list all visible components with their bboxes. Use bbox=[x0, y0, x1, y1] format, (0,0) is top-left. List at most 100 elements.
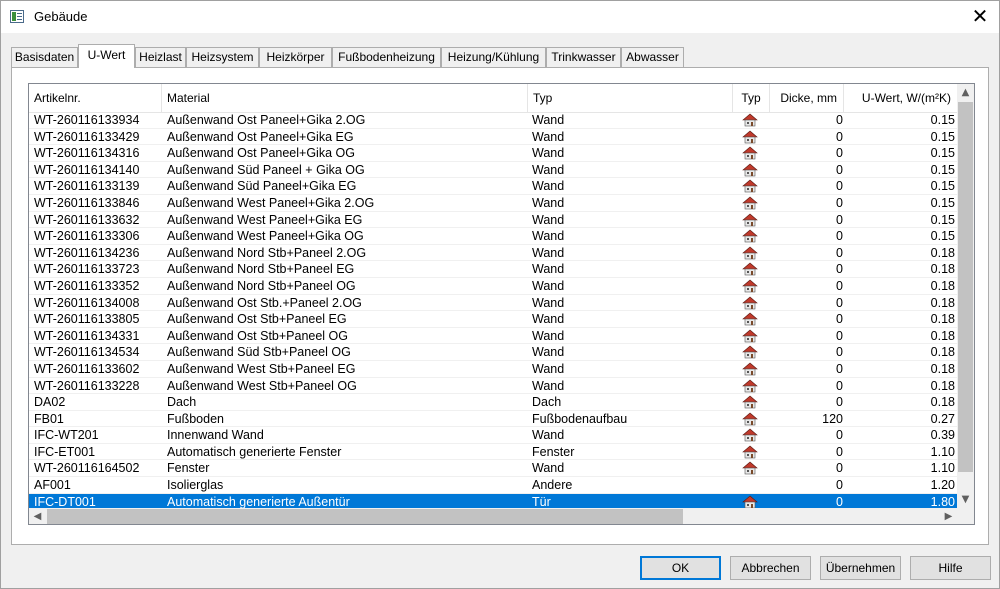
cell-thickness: 0 bbox=[836, 278, 843, 293]
cell-article: WT-260116133139 bbox=[34, 179, 140, 194]
cell-type: Wand bbox=[532, 162, 565, 177]
table-row[interactable]: IFC-WT201 Innenwand Wand Wand 0 0.39 bbox=[29, 427, 957, 444]
tab-abwasser[interactable]: Abwasser bbox=[621, 47, 684, 67]
cell-type: Wand bbox=[532, 262, 565, 277]
tab-heizlast[interactable]: Heizlast bbox=[135, 47, 186, 67]
cell-material: Außenwand Ost Stb+Paneel EG bbox=[167, 312, 347, 327]
cell-material: Fußboden bbox=[167, 411, 224, 426]
cell-article: WT-260116134008 bbox=[34, 295, 140, 310]
cell-article: WT-260116133306 bbox=[34, 229, 140, 244]
cell-thickness: 0 bbox=[836, 378, 843, 393]
table-row[interactable]: WT-260116134236 Außenwand Nord Stb+Paneel… bbox=[29, 245, 957, 262]
ok-button[interactable]: OK bbox=[640, 556, 721, 580]
table-row[interactable]: WT-260116134534 Außenwand Süd Stb+Paneel … bbox=[29, 344, 957, 361]
cell-article: WT-260116134316 bbox=[34, 146, 140, 161]
table-row[interactable]: WT-260116133429 Außenwand Ost Paneel+Gika… bbox=[29, 129, 957, 146]
cell-type: Wand bbox=[532, 179, 565, 194]
table-row[interactable]: WT-260116134331 Außenwand Ost Stb+Paneel … bbox=[29, 328, 957, 345]
cell-material: Automatisch generierte Fenster bbox=[167, 444, 342, 459]
column-header-type[interactable]: Typ bbox=[528, 84, 733, 112]
cell-article: WT-260116133602 bbox=[34, 361, 140, 376]
table-row[interactable]: WT-260116133139 Außenwand Süd Paneel+Gika… bbox=[29, 178, 957, 195]
tab-basisdaten[interactable]: Basisdaten bbox=[11, 47, 78, 67]
cell-uvalue: 1.20 bbox=[930, 478, 955, 493]
table-row[interactable]: WT-260116164502 Fenster Wand 0 1.10 bbox=[29, 460, 957, 478]
tab-u-wert[interactable]: U-Wert bbox=[78, 44, 135, 68]
table-row[interactable]: WT-260116133805 Außenwand Ost Stb+Paneel … bbox=[29, 311, 957, 328]
cell-thickness: 120 bbox=[822, 411, 843, 426]
table-row[interactable]: WT-260116134008 Außenwand Ost Stb.+Paneel… bbox=[29, 295, 957, 312]
horizontal-scrollbar[interactable]: ◀ ▶ bbox=[29, 508, 957, 524]
column-header-type-icon[interactable]: Typ bbox=[733, 84, 770, 112]
cell-type: Wand bbox=[532, 312, 565, 327]
window-title: Gebäude bbox=[34, 9, 88, 24]
vertical-scrollbar[interactable]: ▲ ▼ bbox=[957, 84, 974, 508]
cell-article: WT-260116133846 bbox=[34, 195, 140, 210]
column-header-article[interactable]: Artikelnr. bbox=[29, 84, 162, 112]
scroll-right-icon[interactable]: ▶ bbox=[940, 508, 957, 524]
tab-trinkwasser[interactable]: Trinkwasser bbox=[546, 47, 621, 67]
cell-type: Andere bbox=[532, 478, 573, 493]
cancel-button[interactable]: Abbrechen bbox=[730, 556, 811, 580]
cell-material: Außenwand Ost Paneel+Gika 2.OG bbox=[167, 113, 366, 127]
cell-material: Außenwand Nord Stb+Paneel 2.OG bbox=[167, 245, 367, 260]
cell-thickness: 0 bbox=[836, 212, 843, 227]
cell-material: Außenwand West Stb+Paneel EG bbox=[167, 361, 356, 376]
cell-article: IFC-WT201 bbox=[34, 428, 99, 443]
table-row[interactable]: AF001 Isolierglas Andere 0 1.20 bbox=[29, 477, 957, 494]
table-row[interactable]: WT-260116133846 Außenwand West Paneel+Gik… bbox=[29, 195, 957, 212]
scroll-down-icon[interactable]: ▼ bbox=[957, 491, 974, 508]
table-row[interactable]: WT-260116133352 Außenwand Nord Stb+Paneel… bbox=[29, 278, 957, 295]
cell-thickness: 0 bbox=[836, 229, 843, 244]
building-app-icon bbox=[10, 10, 24, 23]
table-row[interactable]: WT-260116133934 Außenwand Ost Paneel+Gika… bbox=[29, 112, 957, 129]
cell-type: Fußbodenaufbau bbox=[532, 411, 628, 426]
vertical-scroll-thumb[interactable] bbox=[958, 102, 973, 472]
cell-thickness: 0 bbox=[836, 113, 843, 127]
cell-thickness: 0 bbox=[836, 195, 843, 210]
cell-thickness: 0 bbox=[836, 245, 843, 260]
cell-type: Wand bbox=[532, 428, 565, 443]
table-row[interactable]: WT-260116134316 Außenwand Ost Paneel+Gika… bbox=[29, 145, 957, 162]
tab-heizung-kuehlung[interactable]: Heizung/Kühlung bbox=[441, 47, 546, 67]
cell-uvalue: 1.10 bbox=[930, 444, 955, 459]
column-header-uvalue[interactable]: U-Wert, W/(m²K) bbox=[844, 84, 957, 112]
cell-article: WT-260116134331 bbox=[34, 328, 140, 343]
cell-type: Dach bbox=[532, 395, 562, 410]
table-row[interactable]: WT-260116133602 Außenwand West Stb+Paneel… bbox=[29, 361, 957, 378]
table-row[interactable]: FB01 Fußboden Fußbodenaufbau 120 0.27 bbox=[29, 411, 957, 428]
table-row[interactable]: WT-260116133723 Außenwand Nord Stb+Paneel… bbox=[29, 261, 957, 278]
cell-uvalue: 0.15 bbox=[930, 179, 955, 194]
apply-button[interactable]: Übernehmen bbox=[820, 556, 901, 580]
cell-type: Wand bbox=[532, 195, 565, 210]
table-row[interactable]: WT-260116133632 Außenwand West Paneel+Gik… bbox=[29, 212, 957, 229]
tab-heizsystem[interactable]: Heizsystem bbox=[186, 47, 259, 67]
column-header-thickness[interactable]: Dicke, mm bbox=[770, 84, 844, 112]
cell-type: Wand bbox=[532, 461, 565, 476]
cell-type: Wand bbox=[532, 361, 565, 376]
horizontal-scroll-thumb[interactable] bbox=[47, 509, 683, 524]
close-icon[interactable]: ✕ bbox=[967, 5, 993, 29]
u-value-table[interactable]: Artikelnr. Material Typ Typ Dicke, mm U-… bbox=[28, 83, 975, 525]
help-button[interactable]: Hilfe bbox=[910, 556, 991, 580]
table-row[interactable]: IFC-ET001 Automatisch generierte Fenster F… bbox=[29, 444, 957, 461]
cell-thickness: 0 bbox=[836, 328, 843, 343]
cell-thickness: 0 bbox=[836, 295, 843, 310]
cell-material: Innenwand Wand bbox=[167, 428, 264, 443]
scroll-left-icon[interactable]: ◀ bbox=[29, 508, 46, 524]
cell-article: WT-260116133632 bbox=[34, 212, 140, 227]
cell-uvalue: 1.10 bbox=[930, 461, 955, 476]
cell-thickness: 0 bbox=[836, 461, 843, 476]
column-header-material[interactable]: Material bbox=[162, 84, 528, 112]
scroll-up-icon[interactable]: ▲ bbox=[957, 84, 974, 101]
cell-thickness: 0 bbox=[836, 478, 843, 493]
tab-heizkoerper[interactable]: Heizkörper bbox=[259, 47, 332, 67]
table-row[interactable]: WT-260116134140 Außenwand Süd Paneel + Gi… bbox=[29, 162, 957, 179]
cell-uvalue: 0.18 bbox=[930, 328, 955, 343]
dialog-window: Gebäude ✕ Basisdaten U-Wert Heizlast Hei… bbox=[0, 0, 1000, 589]
cell-uvalue: 0.18 bbox=[930, 245, 955, 260]
table-row[interactable]: WT-260116133228 Außenwand West Stb+Paneel… bbox=[29, 378, 957, 395]
table-row[interactable]: DA02 Dach Dach 0 0.18 bbox=[29, 394, 957, 411]
table-row[interactable]: WT-260116133306 Außenwand West Paneel+Gik… bbox=[29, 228, 957, 245]
tab-fussbodenheizung[interactable]: Fußbodenheizung bbox=[332, 47, 441, 67]
